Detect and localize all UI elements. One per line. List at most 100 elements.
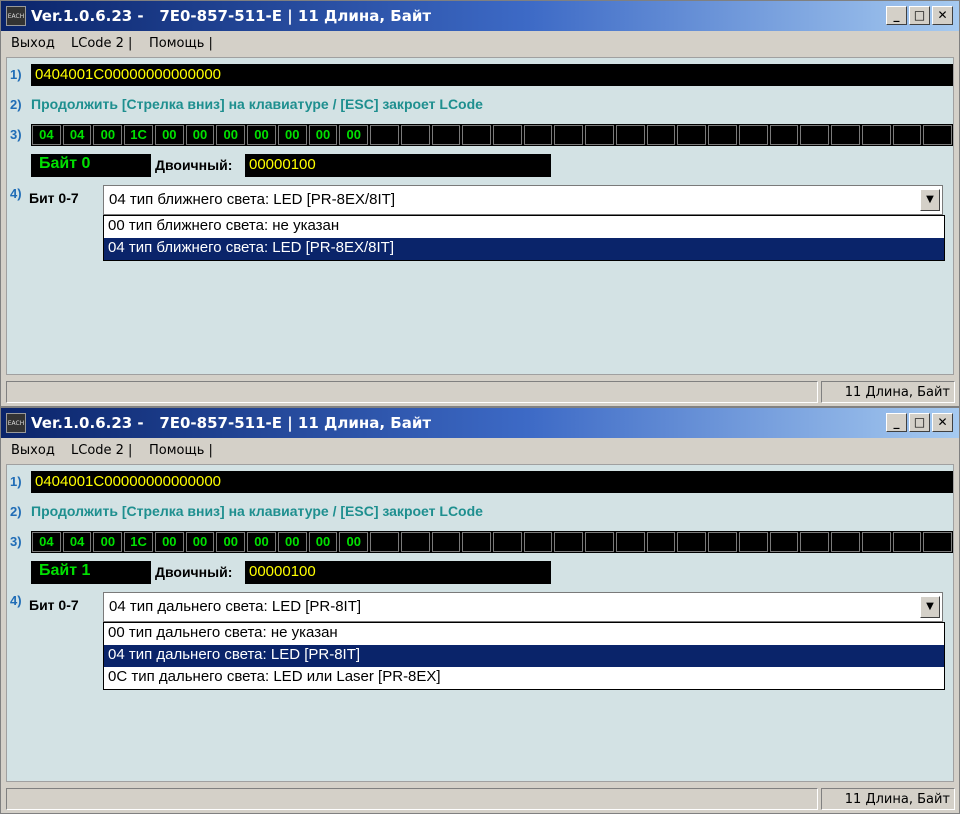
menu-exit[interactable]: Выход: [11, 36, 55, 51]
byte-cell[interactable]: [769, 125, 799, 145]
step-label-2: 2): [10, 504, 22, 519]
menu-help[interactable]: Помощь |: [149, 36, 213, 51]
byte-cell[interactable]: 00: [247, 532, 276, 552]
menu-lcode2[interactable]: LCode 2 |: [71, 36, 132, 51]
byte-cell[interactable]: [892, 125, 922, 145]
menu-exit[interactable]: Выход: [11, 443, 55, 458]
dropdown-option[interactable]: 0C тип дальнего света: LED или Laser [PR…: [104, 667, 944, 689]
chevron-down-icon[interactable]: ▼: [920, 189, 940, 211]
byte-cell[interactable]: [493, 125, 522, 145]
maximize-button[interactable]: □: [909, 6, 930, 25]
lcode-field[interactable]: 0404001C00000000000000: [31, 471, 953, 493]
menu-bar: Выход LCode 2 | Помощь |: [1, 438, 959, 464]
bit-select-value: 04 тип дальнего света: LED [PR-8IT]: [109, 598, 362, 615]
byte-cell[interactable]: [615, 125, 645, 145]
byte-cell[interactable]: 00: [277, 125, 307, 145]
lcode-window-2: EACH Ver.1.0.6.23 - 7E0-857-511-E | 11 Д…: [0, 407, 960, 814]
byte-cell[interactable]: 1C: [124, 532, 153, 552]
byte-cell[interactable]: [892, 532, 922, 552]
byte-cell[interactable]: [708, 125, 737, 145]
byte-cell[interactable]: [400, 125, 430, 145]
byte-cell[interactable]: 00: [339, 125, 369, 145]
byte-cell[interactable]: [861, 532, 891, 552]
byte-cell[interactable]: 00: [154, 532, 184, 552]
byte-cell[interactable]: 04: [32, 125, 61, 145]
bytes-row: 04 04 00 1C 00 00 00 00 00 00 00: [31, 124, 953, 146]
byte-cell[interactable]: [462, 125, 492, 145]
byte-cell[interactable]: [493, 532, 522, 552]
byte-cell[interactable]: [646, 532, 676, 552]
byte-cell[interactable]: 04: [62, 125, 92, 145]
byte-cell[interactable]: [370, 125, 399, 145]
byte-cell[interactable]: [585, 532, 614, 552]
title-bar[interactable]: EACH Ver.1.0.6.23 - 7E0-857-511-E | 11 Д…: [1, 408, 959, 438]
byte-cell[interactable]: [615, 532, 645, 552]
byte-cell[interactable]: 00: [216, 125, 246, 145]
lcode-field[interactable]: 0404001C00000000000000: [31, 64, 953, 86]
byte-cell[interactable]: [831, 125, 860, 145]
byte-cell[interactable]: [800, 125, 830, 145]
byte-cell[interactable]: [431, 532, 461, 552]
byte-cell[interactable]: [370, 532, 399, 552]
app-icon[interactable]: EACH: [6, 6, 26, 26]
byte-cell[interactable]: [738, 125, 768, 145]
status-panel-right: 11 Длина, Байт: [821, 788, 955, 810]
byte-cell[interactable]: 00: [308, 125, 338, 145]
byte-cell[interactable]: [554, 532, 584, 552]
bit-select[interactable]: 04 тип дальнего света: LED [PR-8IT] ▼: [103, 592, 943, 622]
byte-cell[interactable]: [800, 532, 830, 552]
byte-cell[interactable]: 00: [93, 125, 123, 145]
byte-cell[interactable]: 1C: [124, 125, 153, 145]
byte-cell[interactable]: [831, 532, 860, 552]
byte-cell[interactable]: [585, 125, 614, 145]
menu-help[interactable]: Помощь |: [149, 443, 213, 458]
close-button[interactable]: ✕: [932, 6, 953, 25]
status-bar: 11 Длина, Байт: [1, 786, 959, 813]
byte-cell[interactable]: 00: [185, 532, 215, 552]
byte-cell[interactable]: 04: [62, 532, 92, 552]
byte-cell[interactable]: 00: [154, 125, 184, 145]
bytes-row: 04 04 00 1C 00 00 00 00 00 00 00: [31, 531, 953, 553]
close-button[interactable]: ✕: [932, 413, 953, 432]
byte-cell[interactable]: 00: [339, 532, 369, 552]
byte-cell[interactable]: [923, 125, 953, 145]
step-label-3: 3): [10, 534, 22, 549]
byte-cell[interactable]: [677, 125, 707, 145]
byte-cell[interactable]: 04: [32, 532, 61, 552]
byte-cell[interactable]: 00: [247, 125, 276, 145]
dropdown-option[interactable]: 04 тип ближнего света: LED [PR-8EX/8IT]: [104, 238, 944, 260]
title-bar[interactable]: EACH Ver.1.0.6.23 - 7E0-857-511-E | 11 Д…: [1, 1, 959, 31]
bit-select-value: 04 тип ближнего света: LED [PR-8EX/8IT]: [109, 191, 395, 208]
byte-cell[interactable]: [462, 532, 492, 552]
menu-bar: Выход LCode 2 | Помощь |: [1, 31, 959, 57]
byte-cell[interactable]: 00: [93, 532, 123, 552]
byte-cell[interactable]: [708, 532, 737, 552]
byte-cell[interactable]: [923, 532, 953, 552]
bit-select[interactable]: 04 тип ближнего света: LED [PR-8EX/8IT] …: [103, 185, 943, 215]
byte-cell[interactable]: [769, 532, 799, 552]
app-icon[interactable]: EACH: [6, 413, 26, 433]
byte-cell[interactable]: [646, 125, 676, 145]
byte-cell[interactable]: 00: [277, 532, 307, 552]
byte-cell[interactable]: [738, 532, 768, 552]
byte-cell[interactable]: 00: [185, 125, 215, 145]
byte-cell[interactable]: [523, 125, 553, 145]
byte-cell[interactable]: 00: [216, 532, 246, 552]
maximize-button[interactable]: □: [909, 413, 930, 432]
dropdown-option[interactable]: 04 тип дальнего света: LED [PR-8IT]: [104, 645, 944, 667]
byte-cell[interactable]: [677, 532, 707, 552]
step-label-1: 1): [10, 474, 22, 489]
byte-cell[interactable]: [554, 125, 584, 145]
byte-cell[interactable]: [431, 125, 461, 145]
byte-cell[interactable]: 00: [308, 532, 338, 552]
dropdown-option[interactable]: 00 тип ближнего света: не указан: [104, 216, 944, 238]
dropdown-option[interactable]: 00 тип дальнего света: не указан: [104, 623, 944, 645]
byte-cell[interactable]: [861, 125, 891, 145]
byte-cell[interactable]: [400, 532, 430, 552]
window-title: Ver.1.0.6.23 - 7E0-857-511-E | 11 Длина,…: [31, 414, 432, 432]
menu-lcode2[interactable]: LCode 2 |: [71, 443, 132, 458]
chevron-down-icon[interactable]: ▼: [920, 596, 940, 618]
minimize-button[interactable]: _: [886, 413, 907, 432]
byte-cell[interactable]: [523, 532, 553, 552]
minimize-button[interactable]: _: [886, 6, 907, 25]
